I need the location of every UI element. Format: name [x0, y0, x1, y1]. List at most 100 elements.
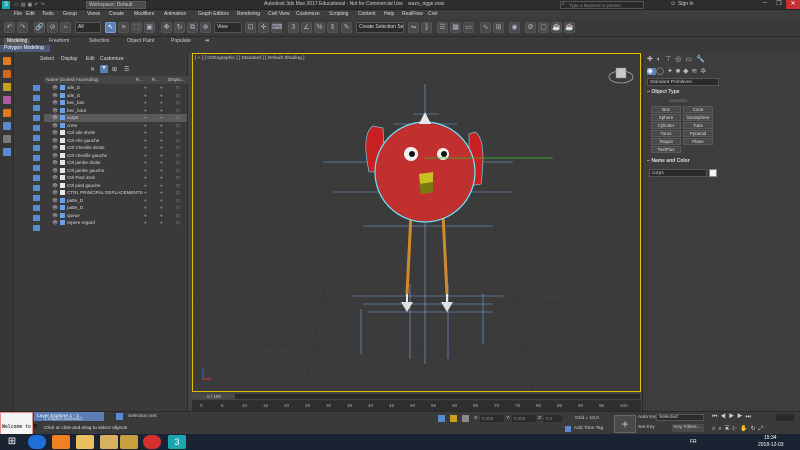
render-toggle-icon[interactable]: ●: [144, 159, 147, 167]
render-setup-icon[interactable]: ⚙: [525, 22, 536, 33]
menu-help[interactable]: Help: [384, 11, 394, 17]
display-tab-icon[interactable]: ▭: [685, 56, 696, 63]
keyboard-shortcut-icon[interactable]: ⌨: [271, 22, 282, 33]
visibility-eye-icon[interactable]: 👁: [52, 92, 58, 100]
menu-scripting[interactable]: Scripting: [329, 11, 348, 17]
align-icon[interactable]: ⫿: [421, 22, 432, 33]
display-toggle-icon[interactable]: ⊡: [176, 137, 180, 145]
render-toggle-icon[interactable]: ●: [144, 129, 147, 137]
workspace-dropdown[interactable]: Workspace: Default: [86, 1, 146, 9]
clock-time[interactable]: 15:34: [764, 435, 777, 441]
prim-cylinder-button[interactable]: Cylinder: [651, 122, 681, 129]
reference-coordinate-dropdown[interactable]: View: [214, 22, 242, 33]
visibility-eye-icon[interactable]: 👁: [52, 137, 58, 145]
material-editor-icon[interactable]: ◉: [509, 22, 520, 33]
prim-box-button[interactable]: Box: [651, 106, 681, 113]
auto-key-button[interactable]: Auto Key: [638, 415, 657, 420]
select-object-button[interactable]: ↖: [105, 22, 116, 33]
redo-button[interactable]: ↷: [17, 22, 28, 33]
pivot-center-icon[interactable]: ⊡: [245, 22, 256, 33]
visibility-eye-icon[interactable]: 👁: [52, 212, 58, 220]
files-icon[interactable]: [120, 435, 138, 449]
z-coordinate-field[interactable]: 0,0: [544, 415, 562, 422]
freeze-toggle-icon[interactable]: ●: [160, 114, 163, 122]
menu-animation[interactable]: Animation: [164, 11, 186, 17]
freeze-toggle-icon[interactable]: ●: [160, 107, 163, 115]
move-icon[interactable]: ✥: [161, 22, 172, 33]
utilities-tool-icon[interactable]: [3, 122, 11, 130]
visibility-eye-icon[interactable]: 👁: [52, 144, 58, 152]
visibility-eye-icon[interactable]: 👁: [52, 182, 58, 190]
prim-sphere-button[interactable]: Sphere: [651, 114, 681, 121]
column-render[interactable]: R...: [136, 76, 143, 84]
explorer-menu-customize[interactable]: Customize: [100, 56, 124, 62]
systems-icon[interactable]: ✲: [700, 68, 709, 75]
tab-selection[interactable]: Selection: [86, 38, 113, 45]
explorer-row[interactable]: 👁 Ctrl pied gauche ● ● ⊡: [44, 182, 187, 190]
lights-icon[interactable]: ✦: [667, 68, 676, 75]
x-coordinate-field[interactable]: 0,000: [480, 415, 504, 422]
language-indicator[interactable]: FR: [690, 439, 697, 445]
window-crossing-icon[interactable]: ▣: [144, 22, 155, 33]
lock-selection-icon[interactable]: [450, 415, 457, 422]
display-toggle-icon[interactable]: ⊡: [176, 167, 180, 175]
y-coordinate-field[interactable]: 0,000: [512, 415, 536, 422]
menu-customize[interactable]: Customize: [296, 11, 320, 17]
set-key-button[interactable]: Set Key: [638, 425, 655, 430]
freeze-toggle-icon[interactable]: ●: [160, 182, 163, 190]
goto-end-icon[interactable]: ⏭: [745, 414, 753, 420]
visibility-eye-icon[interactable]: 👁: [52, 99, 58, 107]
name-color-header[interactable]: − Name and Color: [647, 158, 719, 165]
set-key-big-button[interactable]: +: [614, 415, 636, 433]
new-file-icon[interactable]: ▭: [14, 2, 21, 8]
selection-filter-dropdown[interactable]: All: [75, 22, 101, 33]
render-toggle-icon[interactable]: ●: [144, 99, 147, 107]
start-icon[interactable]: ⊞: [3, 435, 21, 449]
visibility-eye-icon[interactable]: 👁: [52, 122, 58, 130]
prim-cone-button[interactable]: Cone: [683, 106, 713, 113]
visibility-eye-icon[interactable]: 👁: [52, 114, 58, 122]
rectangular-selection-icon[interactable]: ⬚: [131, 22, 142, 33]
time-slider-handle[interactable]: 0 / 100: [193, 394, 235, 399]
render-toggle-icon[interactable]: ●: [144, 84, 147, 92]
explorer-filter-icon[interactable]: ▼: [100, 65, 108, 73]
display-toggle-icon[interactable]: ⊡: [176, 122, 180, 130]
menu-group[interactable]: Group: [63, 11, 77, 17]
menu-edit[interactable]: Edit: [26, 11, 35, 17]
viewport[interactable]: [ + ] [ Orthographic ] [ Standard ] [ De…: [192, 53, 641, 392]
restore-icon[interactable]: ❐: [772, 0, 786, 9]
freeze-toggle-icon[interactable]: ●: [160, 174, 163, 182]
render-toggle-icon[interactable]: ●: [144, 189, 147, 197]
render-toggle-icon[interactable]: ●: [144, 167, 147, 175]
search-input[interactable]: Type a keyword or phrase: [560, 1, 644, 9]
display-toggle-icon[interactable]: ⊡: [176, 92, 180, 100]
play-icon[interactable]: ▶: [729, 414, 737, 420]
render-toggle-icon[interactable]: ●: [144, 137, 147, 145]
display-toggle-icon[interactable]: ⊡: [176, 114, 180, 122]
display-toggle-icon[interactable]: ⊡: [176, 99, 180, 107]
minimize-icon[interactable]: ─: [758, 0, 772, 9]
freeze-toggle-icon[interactable]: ●: [160, 219, 163, 227]
hierarchy-tab-icon[interactable]: ⊤: [665, 56, 675, 63]
cameras-icon[interactable]: ■: [676, 68, 683, 75]
motion-tab-icon[interactable]: ◎: [675, 56, 685, 63]
display-toggle-icon[interactable]: ⊡: [176, 159, 180, 167]
render-iterative-icon[interactable]: ☕: [564, 22, 575, 33]
visibility-eye-icon[interactable]: 👁: [52, 167, 58, 175]
explorer-menu-select[interactable]: Select: [40, 56, 54, 62]
visibility-eye-icon[interactable]: 👁: [52, 204, 58, 212]
render-toggle-icon[interactable]: ●: [144, 107, 147, 115]
redo-icon[interactable]: ↷: [40, 2, 46, 8]
spacewarps-icon[interactable]: ≋: [691, 68, 700, 75]
display-toggle-icon[interactable]: ⊡: [176, 219, 180, 227]
visibility-eye-icon[interactable]: 👁: [52, 174, 58, 182]
render-toggle-icon[interactable]: ●: [144, 219, 147, 227]
key-mode-dropdown[interactable]: Selected: [656, 414, 704, 421]
display-toggle-icon[interactable]: ⊡: [176, 152, 180, 160]
schematic-view-icon[interactable]: ⊞: [493, 22, 504, 33]
menu-tools[interactable]: Tools: [42, 11, 54, 17]
search-icon[interactable]: ⌕: [562, 1, 565, 7]
render-toggle-icon[interactable]: ●: [144, 114, 147, 122]
filter-lights-icon[interactable]: [33, 105, 40, 111]
explorer-row[interactable]: 👁 Ctrl aile droite ● ● ⊡: [44, 129, 187, 137]
